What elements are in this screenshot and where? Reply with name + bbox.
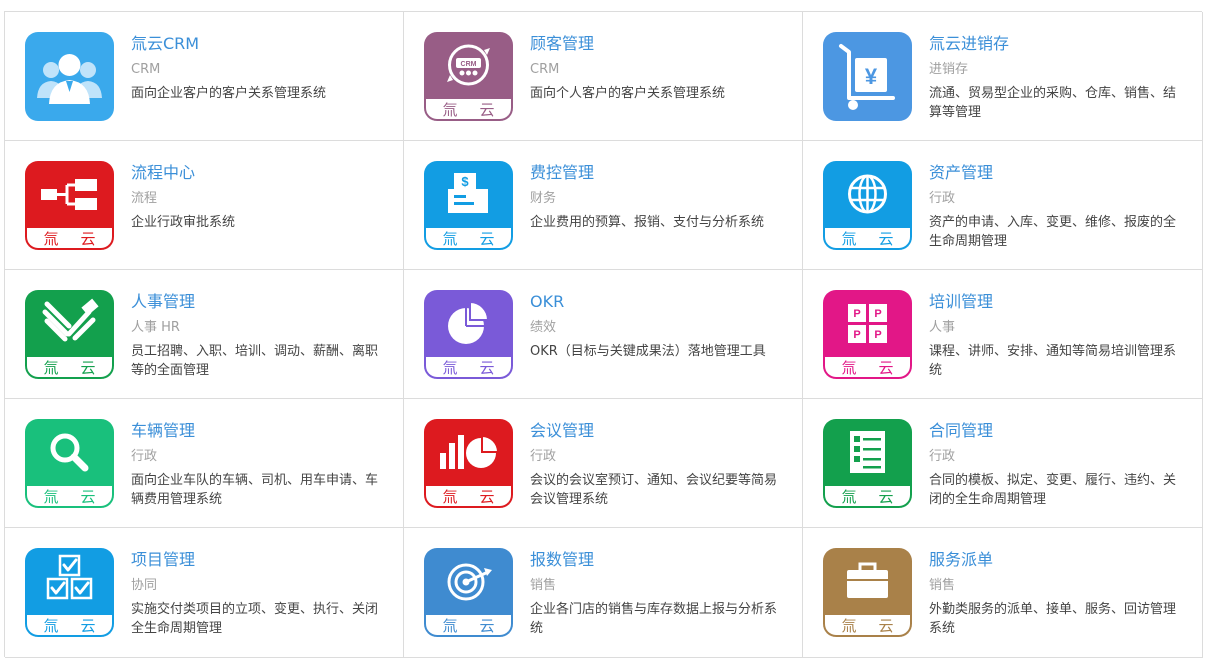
app-category: 进销存 [929, 62, 969, 77]
svg-text:P: P [853, 329, 860, 341]
app-card-training[interactable]: PPPP 氚云 培训管理 人事 课程、讲师、安排、通知等简易培训管理系统 [803, 270, 1203, 399]
app-title[interactable]: 培训管理 [929, 292, 1184, 312]
app-category: 人事 [929, 320, 956, 335]
app-description: 面向个人客户的客户关系管理系统 [530, 86, 726, 101]
app-title[interactable]: 氚云进销存 [929, 34, 1184, 54]
app-category: 行政 [530, 449, 557, 464]
app-title[interactable]: 车辆管理 [131, 421, 385, 441]
app-description: 外勤类服务的派单、接单、服务、回访管理系统 [929, 602, 1177, 636]
target-icon: 氚云 [424, 548, 513, 637]
crm-cycle-icon: CRM 氚云 [424, 32, 513, 121]
app-description: 资产的申请、入库、变更、维修、报废的全生命周期管理 [929, 215, 1177, 249]
app-description: 实施交付类项目的立项、变更、执行、关闭全生命周期管理 [131, 602, 379, 636]
app-title[interactable]: 报数管理 [530, 550, 784, 570]
app-category: CRM [131, 62, 161, 77]
app-description: 面向企业客户的客户关系管理系统 [131, 86, 327, 101]
app-title[interactable]: 流程中心 [131, 163, 385, 183]
app-category: 销售 [929, 578, 956, 593]
app-description: 企业各门店的销售与库存数据上报与分析系统 [530, 602, 778, 636]
app-category: 流程 [131, 191, 158, 206]
app-category: 销售 [530, 578, 557, 593]
bar-pie-icon: 氚云 [424, 419, 513, 508]
briefcase-icon: 氚云 [823, 548, 912, 637]
app-card-inventory[interactable]: ¥ 氚云进销存 进销存 流通、贸易型企业的采购、仓库、销售、结算等管理 [803, 12, 1203, 141]
app-description: 员工招聘、入职、培训、调动、薪酬、离职等的全面管理 [131, 344, 379, 378]
app-category: CRM [530, 62, 560, 77]
app-description: 流通、贸易型企业的采购、仓库、销售、结算等管理 [929, 86, 1177, 120]
app-title[interactable]: 氚云CRM [131, 34, 385, 54]
checklist-icon: 氚云 [823, 419, 912, 508]
app-description: 课程、讲师、安排、通知等简易培训管理系统 [929, 344, 1177, 378]
app-category: 绩效 [530, 320, 557, 335]
globe-icon: 氚云 [823, 161, 912, 250]
app-card-customer[interactable]: CRM 氚云 顾客管理 CRM 面向个人客户的客户关系管理系统 [404, 12, 803, 141]
app-description: 企业行政审批系统 [131, 215, 236, 230]
checkbox-blocks-icon: 氚云 [25, 548, 114, 637]
app-title[interactable]: 顾客管理 [530, 34, 784, 54]
svg-text:P: P [853, 308, 860, 320]
app-category: 行政 [929, 191, 956, 206]
app-title[interactable]: 合同管理 [929, 421, 1184, 441]
svg-text:P: P [874, 308, 881, 320]
magnifier-icon: 氚云 [25, 419, 114, 508]
app-card-vehicle[interactable]: 氚云 车辆管理 行政 面向企业车队的车辆、司机、用车申请、车辆费用管理系统 [5, 399, 404, 528]
svg-text:$: $ [461, 174, 469, 189]
svg-text:P: P [874, 329, 881, 341]
flowchart-icon: 氚云 [25, 161, 114, 250]
app-card-dispatch[interactable]: 氚云 服务派单 销售 外勤类服务的派单、接单、服务、回访管理系统 [803, 528, 1203, 658]
app-card-meeting[interactable]: 氚云 会议管理 行政 会议的会议室预订、通知、会议纪要等简易会议管理系统 [404, 399, 803, 528]
app-title[interactable]: OKR [530, 292, 784, 312]
app-title[interactable]: 服务派单 [929, 550, 1184, 570]
app-card-expense[interactable]: $ 氚云 费控管理 财务 企业费用的预算、报销、支付与分析系统 [404, 141, 803, 270]
app-description: 会议的会议室预订、通知、会议纪要等简易会议管理系统 [530, 473, 778, 507]
app-card-asset[interactable]: 氚云 资产管理 行政 资产的申请、入库、变更、维修、报废的全生命周期管理 [803, 141, 1203, 270]
app-category: 财务 [530, 191, 557, 206]
pie-chart-icon: 氚云 [424, 290, 513, 379]
app-description: 企业费用的预算、报销、支付与分析系统 [530, 215, 765, 230]
app-description: OKR（目标与关键成果法）落地管理工具 [530, 344, 766, 359]
app-title[interactable]: 人事管理 [131, 292, 385, 312]
app-grid: 氚云CRM CRM 面向企业客户的客户关系管理系统 CRM 氚云 顾客管理 CR… [4, 11, 1203, 658]
app-description: 合同的模板、拟定、变更、履行、违约、关闭的全生命周期管理 [929, 473, 1177, 507]
app-card-project[interactable]: 氚云 项目管理 协同 实施交付类项目的立项、变更、执行、关闭全生命周期管理 [5, 528, 404, 658]
cart-yen-icon: ¥ [823, 32, 912, 121]
app-title[interactable]: 项目管理 [131, 550, 385, 570]
app-category: 人事 HR [131, 320, 180, 335]
app-title[interactable]: 会议管理 [530, 421, 784, 441]
app-card-contract[interactable]: 氚云 合同管理 行政 合同的模板、拟定、变更、履行、违约、关闭的全生命周期管理 [803, 399, 1203, 528]
app-category: 行政 [929, 449, 956, 464]
svg-text:CRM: CRM [461, 61, 477, 68]
svg-text:¥: ¥ [865, 64, 878, 89]
app-card-okr[interactable]: 氚云 OKR 绩效 OKR（目标与关键成果法）落地管理工具 [404, 270, 803, 399]
people-icon [25, 32, 114, 121]
expense-doc-icon: $ 氚云 [424, 161, 513, 250]
app-category: 协同 [131, 578, 158, 593]
app-card-hr[interactable]: 氚云 人事管理 人事 HR 员工招聘、入职、培训、调动、薪酬、离职等的全面管理 [5, 270, 404, 399]
app-card-report[interactable]: 氚云 报数管理 销售 企业各门店的销售与库存数据上报与分析系统 [404, 528, 803, 658]
handshake-icon: 氚云 [25, 290, 114, 379]
app-title[interactable]: 费控管理 [530, 163, 784, 183]
app-description: 面向企业车队的车辆、司机、用车申请、车辆费用管理系统 [131, 473, 379, 507]
app-title[interactable]: 资产管理 [929, 163, 1184, 183]
app-card-workflow[interactable]: 氚云 流程中心 流程 企业行政审批系统 [5, 141, 404, 270]
app-card-crm[interactable]: 氚云CRM CRM 面向企业客户的客户关系管理系统 [5, 12, 404, 141]
app-category: 行政 [131, 449, 158, 464]
puzzle-icon: PPPP 氚云 [823, 290, 912, 379]
